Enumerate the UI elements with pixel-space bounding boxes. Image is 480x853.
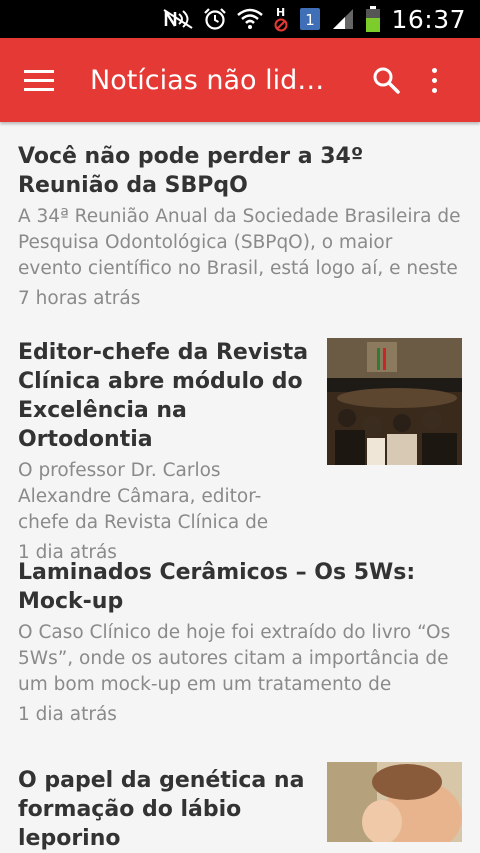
article-time: 7 horas atrás — [18, 288, 141, 309]
overflow-menu-icon[interactable] — [422, 60, 446, 100]
article-list: Você não pode perder a 34º Reunião da SB… — [0, 122, 480, 852]
nfc-icon — [163, 8, 193, 30]
article-thumbnail — [327, 338, 462, 465]
battery-icon — [365, 5, 381, 33]
no-hd-icon: H — [273, 5, 289, 33]
page-title: Notícias não lida... — [90, 64, 338, 96]
app-bar: Notícias não lida... — [0, 38, 480, 122]
article-title: Editor-chefe da Revista Clínica abre mód… — [18, 340, 309, 452]
article-title: Você não pode perder a 34º Reunião da SB… — [18, 144, 364, 198]
article-title: O papel da genética na formação do lábio… — [18, 768, 305, 851]
svg-text:1: 1 — [306, 11, 316, 29]
article-excerpt: O Caso Clínico de hoje foi extraído do l… — [18, 622, 451, 695]
wifi-icon — [237, 8, 264, 30]
article-time: 1 dia atrás — [18, 704, 117, 725]
article-item[interactable]: Você não pode perder a 34º Reunião da SB… — [0, 122, 480, 338]
search-icon[interactable] — [368, 62, 404, 98]
article-thumbnail — [327, 762, 462, 852]
article-item[interactable]: Editor-chefe da Revista Clínica abre mód… — [0, 338, 480, 563]
alarm-icon — [203, 7, 227, 31]
article-excerpt: O professor Dr. Carlos Alexandre Câmara,… — [18, 460, 269, 533]
status-bar: H 1 16:37 — [0, 0, 480, 38]
signal-icon — [331, 7, 355, 31]
svg-text:H: H — [276, 6, 285, 19]
sim-badge-icon: 1 — [299, 7, 321, 31]
status-time: 16:37 — [391, 4, 466, 34]
article-excerpt: A 34ª Reunião Anual da Sociedade Brasile… — [18, 206, 461, 279]
menu-icon[interactable] — [24, 64, 56, 96]
article-item[interactable]: Laminados Cerâmicos – Os 5Ws: Mock-up O … — [0, 552, 480, 762]
article-item[interactable]: O papel da genética na formação do lábio… — [0, 762, 480, 852]
article-title: Laminados Cerâmicos – Os 5Ws: Mock-up — [18, 560, 416, 614]
